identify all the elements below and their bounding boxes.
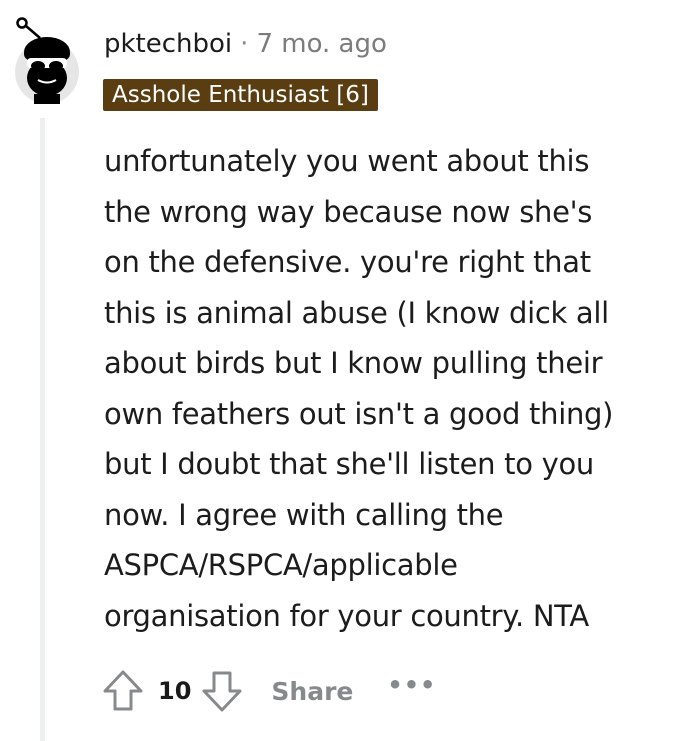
comment-actions: 10 Share ••• [100, 666, 436, 716]
comment-text-line: now. I agree with calling the [104, 497, 504, 532]
vote-score: 10 [158, 677, 192, 705]
comment-text-line: own feathers out isn't a good thing) [104, 396, 614, 431]
thread-line[interactable] [40, 118, 45, 741]
more-options-button[interactable]: ••• [387, 671, 436, 699]
comment-header: pktechboi · 7 mo. ago [104, 28, 387, 60]
comment-text-line: on the defensive. you're right that [104, 245, 591, 279]
comment-text-line: the wrong way because now she's [104, 194, 593, 229]
comment-text-line: about birds but I know pulling their [104, 346, 603, 380]
snoo-sunglasses-avatar-icon [15, 17, 79, 104]
comment-text-line: this is animal abuse (I know dick all [104, 295, 609, 330]
user-flair: Asshole Enthusiast [6] [103, 79, 378, 111]
user-avatar[interactable] [10, 14, 82, 104]
comment-text-line: ASPCA/RSPCA/applicable [104, 548, 458, 582]
comment-text-line: organisation for your country. NTA [104, 598, 589, 633]
upvote-arrow-icon[interactable] [100, 667, 146, 715]
share-button[interactable]: Share [271, 677, 353, 706]
comment-timestamp[interactable]: 7 mo. ago [256, 28, 386, 60]
comment-body: unfortunately you went about this the wro… [104, 136, 694, 641]
username-link[interactable]: pktechboi [104, 28, 232, 60]
downvote-arrow-icon[interactable] [199, 667, 245, 715]
comment-text-line: unfortunately you went about this [104, 144, 590, 178]
separator-dot: · [240, 29, 249, 59]
comment-text-line: but I doubt that she'll listen to you [104, 447, 594, 481]
